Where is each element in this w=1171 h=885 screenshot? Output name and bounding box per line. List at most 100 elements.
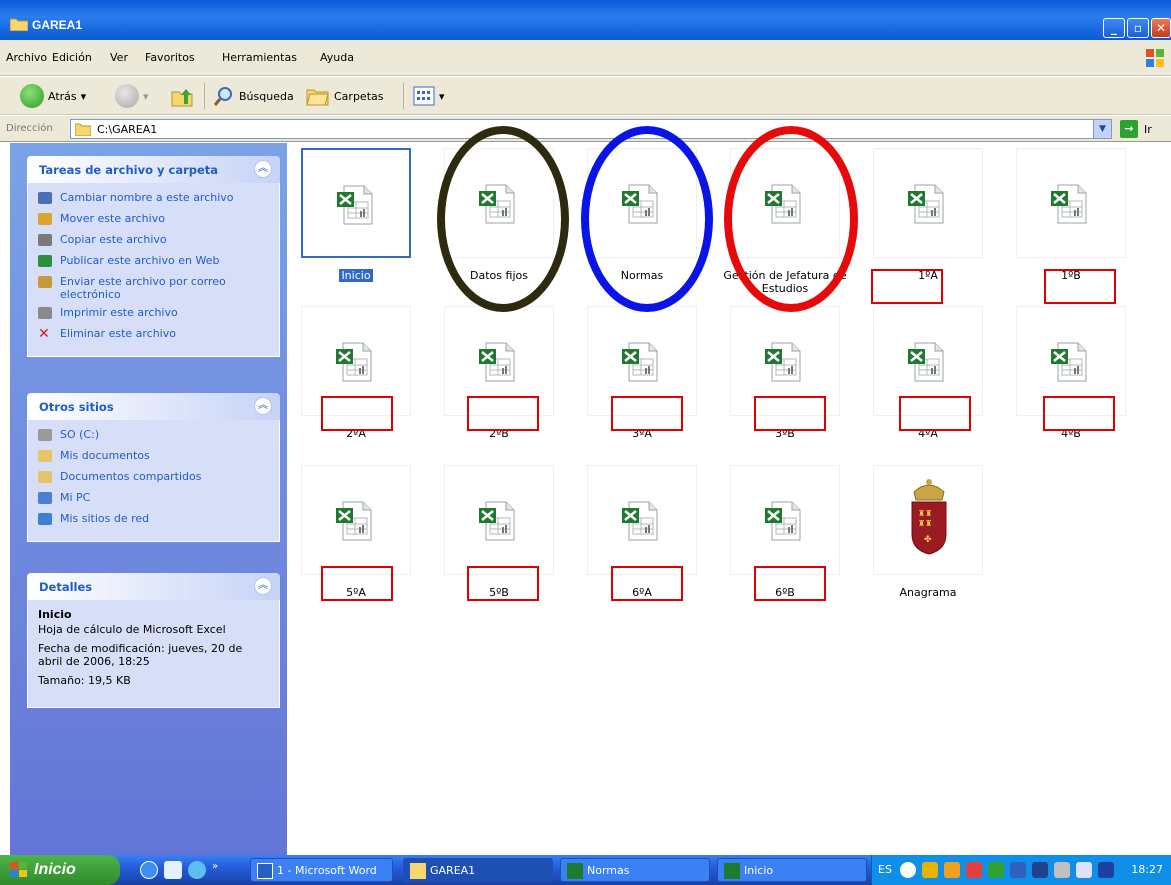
tray-app-icon[interactable]: [988, 862, 1004, 878]
annotation-oval: [437, 126, 569, 312]
start-button[interactable]: Inicio: [0, 855, 120, 885]
menu-ver[interactable]: Ver: [110, 51, 128, 64]
excel-file-icon: [335, 500, 377, 542]
file-name-label[interactable]: Anagrama: [863, 586, 993, 599]
chevron-down-icon: ▾: [143, 89, 149, 103]
excel-file-icon: [478, 500, 520, 542]
maximize-button[interactable]: ▫: [1127, 18, 1149, 38]
file-tasks-header[interactable]: Tareas de archivo y carpeta ︽: [27, 156, 280, 183]
taskbar-word[interactable]: 1 - Microsoft Word: [250, 858, 393, 882]
red-annotation-box: [1043, 396, 1115, 431]
other-places-panel: Otros sitios ︽ SO (C:) Mis documentos Docu…: [27, 393, 280, 542]
file-icon-tile[interactable]: ♜♜ ♜♜ ✤: [873, 465, 983, 575]
file-task-item[interactable]: Enviar este archivo por correo electróni…: [38, 275, 269, 301]
other-place-label: SO (C:): [60, 428, 100, 441]
taskbar-normas[interactable]: Normas: [560, 858, 710, 882]
file-task-label: Imprimir este archivo: [60, 306, 178, 319]
menu-ayuda[interactable]: Ayuda: [320, 51, 354, 64]
file-task-item[interactable]: Imprimir este archivo: [38, 306, 269, 322]
file-task-label: Eliminar este archivo: [60, 327, 176, 340]
other-places-title: Otros sitios: [39, 400, 114, 414]
toolbar: Atrás ▾ ▾ Búsqueda Carpetas ▾: [0, 77, 1171, 115]
go-label[interactable]: Ir: [1144, 123, 1152, 136]
ie-icon[interactable]: [140, 861, 158, 879]
folders-button[interactable]: Carpetas: [306, 83, 383, 109]
folder-icon: [75, 123, 91, 136]
other-places-header[interactable]: Otros sitios ︽: [27, 393, 280, 420]
taskbar-inicio[interactable]: Inicio: [717, 858, 867, 882]
title-bar[interactable]: GAREA1 _ ▫ ✕: [0, 0, 1171, 40]
screen: GAREA1 _ ▫ ✕ Archivo Edición Ver Favorit…: [0, 0, 1171, 885]
file-icon-tile[interactable]: [301, 148, 411, 258]
file-icon-tile[interactable]: [587, 465, 697, 575]
menu-herramientas[interactable]: Herramientas: [222, 51, 297, 64]
language-indicator[interactable]: ES: [878, 863, 892, 876]
back-arrow-icon: [20, 84, 44, 108]
other-place-item[interactable]: SO (C:): [38, 428, 269, 444]
rename-icon: [38, 191, 54, 207]
excel-file-icon: [621, 341, 663, 383]
network-icon[interactable]: [1010, 862, 1026, 878]
file-task-item[interactable]: Mover este archivo: [38, 212, 269, 228]
go-arrow-icon[interactable]: →: [1120, 120, 1138, 138]
menu-favoritos[interactable]: Favoritos: [145, 51, 195, 64]
views-icon: [413, 86, 435, 106]
file-task-item[interactable]: Copiar este archivo: [38, 233, 269, 249]
address-dropdown-button[interactable]: ▼: [1093, 120, 1111, 138]
up-folder-button[interactable]: [170, 83, 194, 109]
views-button[interactable]: ▾: [413, 83, 445, 109]
back-button[interactable]: Atrás ▾: [20, 83, 86, 109]
file-icon-tile[interactable]: [444, 465, 554, 575]
back-label: Atrás: [48, 89, 77, 103]
address-input[interactable]: C:\GAREA1 ▼: [70, 119, 1112, 139]
forward-button[interactable]: ▾: [115, 83, 149, 109]
shield-icon[interactable]: [944, 862, 960, 878]
red-annotation-box: [321, 566, 393, 601]
file-icon-tile[interactable]: [873, 148, 983, 258]
browser-icon[interactable]: [188, 861, 206, 879]
collapse-chevron-icon[interactable]: ︽: [254, 160, 272, 178]
file-tasks-body: Cambiar nombre a este archivo Mover este …: [27, 183, 280, 357]
file-name-label[interactable]: Inicio: [291, 269, 421, 282]
windows-logo-icon: [1146, 49, 1164, 67]
menu-edicion[interactable]: Edición: [52, 51, 92, 64]
red-annotation-box: [899, 396, 971, 431]
details-file-name: Inicio: [38, 608, 72, 621]
other-place-item[interactable]: Mis sitios de red: [38, 512, 269, 528]
collapse-chevron-icon[interactable]: ︽: [254, 397, 272, 415]
close-button[interactable]: ✕: [1151, 18, 1171, 38]
volume-icon[interactable]: [1054, 862, 1070, 878]
folders-icon: [306, 89, 329, 106]
file-task-item[interactable]: ✕ Eliminar este archivo: [38, 327, 269, 343]
file-task-item[interactable]: Cambiar nombre a este archivo: [38, 191, 269, 207]
other-place-item[interactable]: Documentos compartidos: [38, 470, 269, 486]
minimize-button[interactable]: _: [1103, 18, 1125, 38]
chevron-down-icon: ▾: [80, 89, 87, 103]
system-tray: ES 18:27: [871, 855, 1171, 885]
more-chevron-icon[interactable]: »: [212, 861, 218, 879]
details-size: Tamaño: 19,5 KB: [38, 674, 131, 687]
tray-app-icon[interactable]: [922, 862, 938, 878]
other-place-item[interactable]: Mis documentos: [38, 449, 269, 465]
tray-app-icon[interactable]: [966, 862, 982, 878]
documents-icon: [38, 449, 54, 465]
taskbar-garea1[interactable]: GAREA1: [403, 858, 553, 882]
desktop-icon[interactable]: [164, 861, 182, 879]
excel-file-icon: [335, 341, 377, 383]
excel-file-icon: [1050, 183, 1092, 225]
search-button[interactable]: Búsqueda: [213, 83, 294, 109]
display-icon[interactable]: [1098, 862, 1114, 878]
red-annotation-box: [871, 269, 943, 304]
file-icon-tile[interactable]: [1016, 148, 1126, 258]
collapse-chevron-icon[interactable]: ︽: [254, 577, 272, 595]
tray-app-icon[interactable]: [1032, 862, 1048, 878]
menu-archivo[interactable]: Archivo: [6, 51, 47, 64]
file-icon-tile[interactable]: [730, 465, 840, 575]
arrow-left-icon[interactable]: [900, 862, 916, 878]
details-header[interactable]: Detalles ︽: [27, 573, 280, 600]
file-task-item[interactable]: Publicar este archivo en Web: [38, 254, 269, 270]
file-icon-tile[interactable]: [301, 465, 411, 575]
tray-app-icon[interactable]: [1076, 862, 1092, 878]
other-place-item[interactable]: Mi PC: [38, 491, 269, 507]
print-icon: [38, 306, 54, 322]
